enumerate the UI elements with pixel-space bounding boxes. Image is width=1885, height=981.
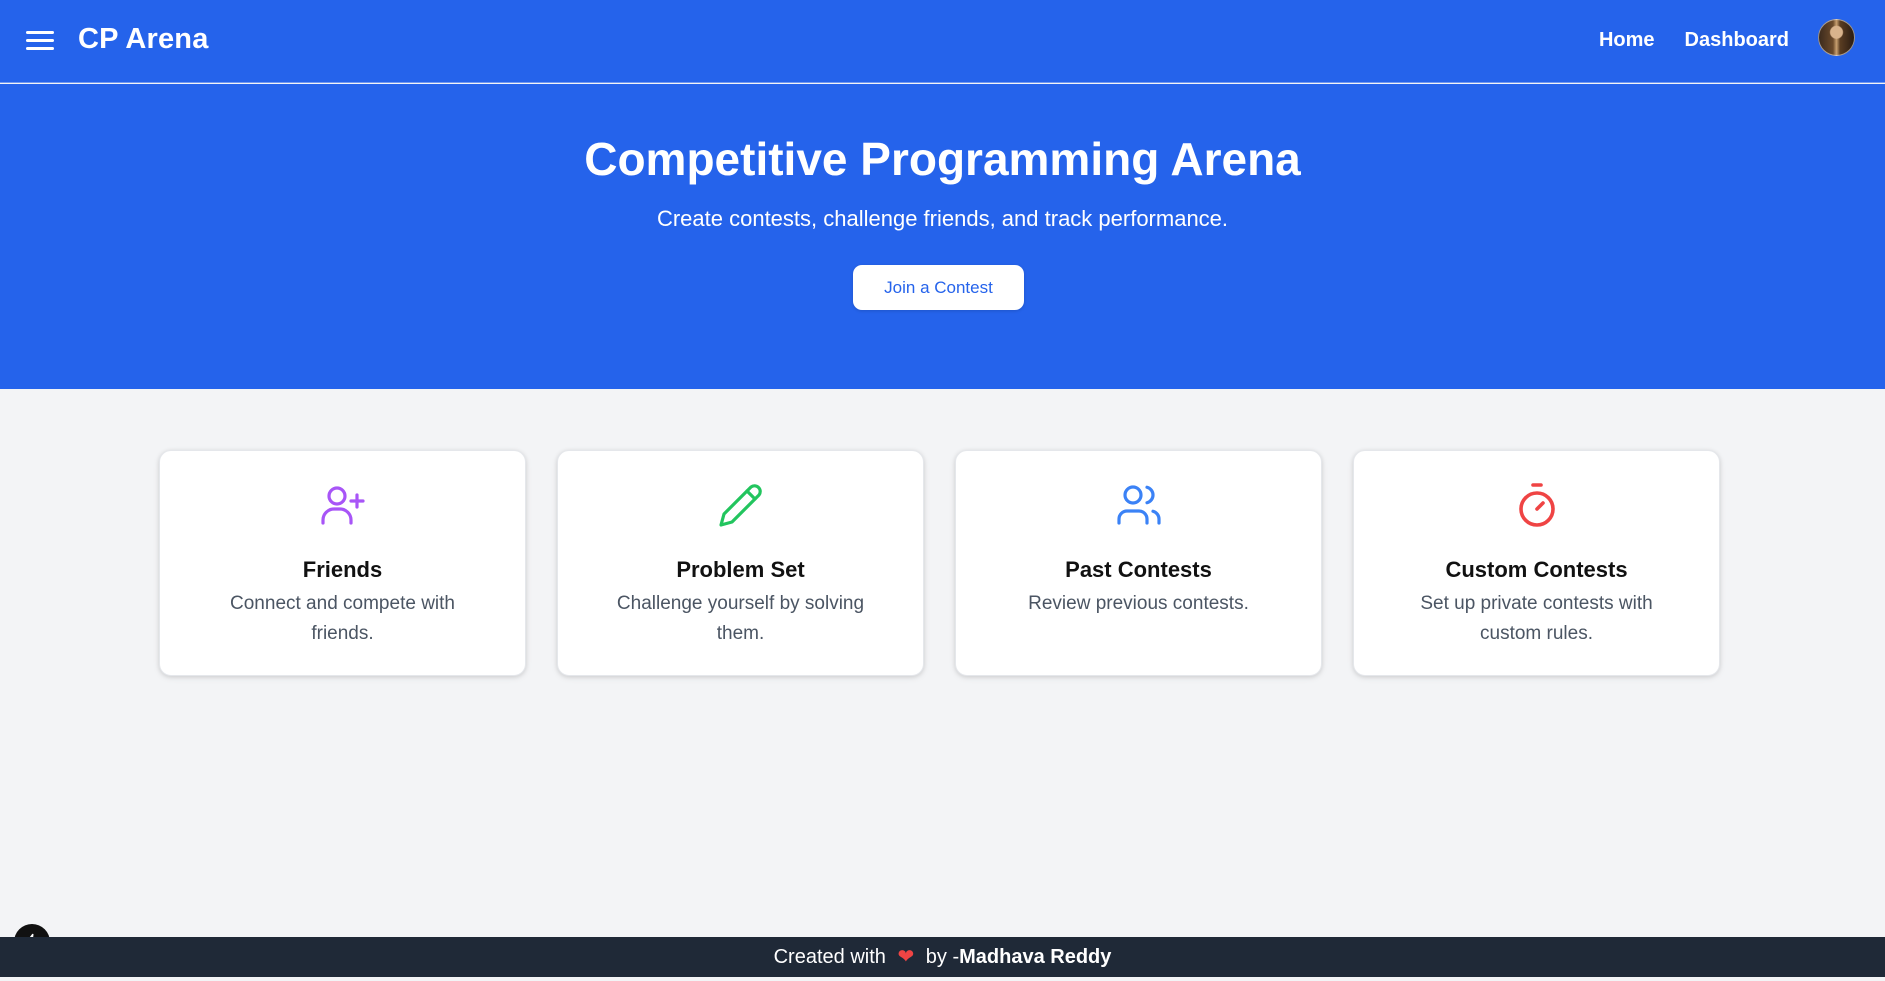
card-title: Custom Contests: [1445, 557, 1628, 582]
bottom-strip: [0, 977, 1885, 981]
hero-section: Competitive Programming Arena Create con…: [0, 84, 1885, 389]
card-title: Past Contests: [1065, 557, 1212, 582]
nav-link-home[interactable]: Home: [1599, 29, 1655, 52]
user-plus-icon: [320, 486, 365, 525]
hero-title: Competitive Programming Arena: [584, 133, 1301, 185]
card-description: Set up private contests with custom rule…: [1420, 593, 1653, 644]
feature-cards: Friends Connect and compete with friends…: [159, 450, 1720, 676]
navbar: CP Arena Home Dashboard: [0, 0, 1885, 83]
heart-icon: ❤: [897, 946, 915, 968]
footer-text: Created with: [773, 946, 886, 968]
pencil-icon: [718, 484, 762, 527]
footer: Created with ❤ by -Madhava Reddy: [0, 937, 1885, 977]
card-description: Connect and compete with friends.: [230, 593, 455, 644]
nav-links: Home Dashboard: [1599, 29, 1789, 52]
users-icon: [1116, 485, 1161, 525]
footer-author: Madhava Reddy: [959, 946, 1112, 968]
nav-link-dashboard[interactable]: Dashboard: [1685, 29, 1789, 52]
hero-subtitle: Create contests, challenge friends, and …: [656, 206, 1229, 231]
brand-logo[interactable]: CP Arena: [78, 23, 209, 56]
card-friends[interactable]: Friends Connect and compete with friends…: [159, 450, 526, 676]
card-title: Problem Set: [676, 557, 805, 582]
user-avatar[interactable]: [1818, 19, 1855, 56]
timer-icon: [1518, 483, 1555, 527]
footer-by: by -: [925, 946, 960, 968]
card-custom-contests[interactable]: Custom Contests Set up private contests …: [1353, 450, 1720, 676]
card-title: Friends: [302, 557, 383, 582]
hamburger-menu-icon[interactable]: [26, 29, 54, 53]
join-contest-button[interactable]: Join a Contest: [853, 265, 1024, 310]
card-description: Challenge yourself by solving them.: [616, 593, 865, 644]
card-problem-set[interactable]: Problem Set Challenge yourself by solvin…: [557, 450, 924, 676]
card-description: Review previous contests.: [1028, 593, 1249, 614]
card-past-contests[interactable]: Past Contests Review previous contests.: [955, 450, 1322, 676]
